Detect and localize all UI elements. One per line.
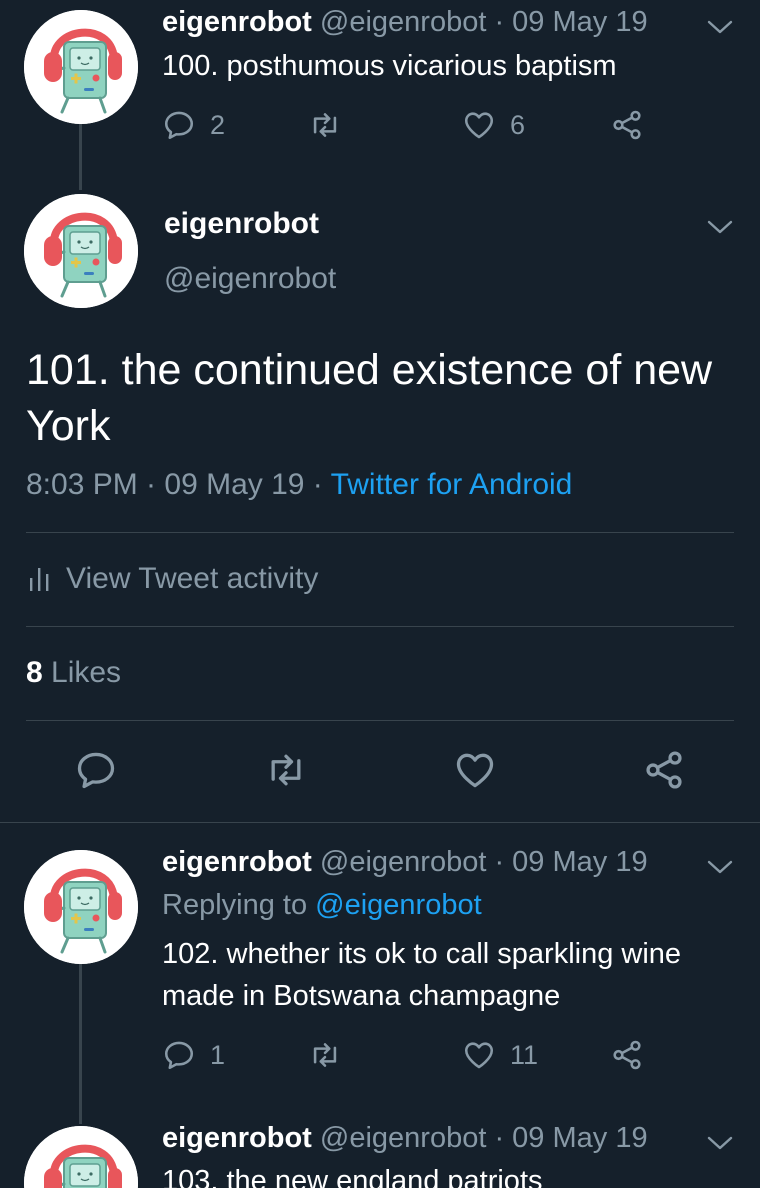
main-tweet-text: 101. the continued existence of new York [26,346,713,450]
tweet-thread: eigenrobot @eigenrobot · 09 May 19 100. … [0,0,760,1188]
share-button[interactable] [642,748,686,797]
reply-button[interactable]: 1 [162,1038,225,1072]
avatar[interactable] [24,194,138,308]
share-icon [610,1038,644,1072]
reply-icon [74,748,118,792]
chevron-down-icon[interactable] [706,1134,734,1152]
divider [0,822,760,823]
replying-to: Replying to @eigenrobot [162,889,482,922]
user-name[interactable]: eigenrobot [162,846,312,878]
activity-label: View Tweet activity [66,562,319,595]
tweet-actions: 1 11 [162,1038,722,1078]
handle-date: @eigenrobot · 09 May 19 [319,846,648,878]
reply-button[interactable] [74,748,118,797]
like-icon [453,748,497,792]
share-button[interactable] [610,108,644,142]
main-tweet-actions [0,748,760,798]
avatar-image [24,194,138,308]
tweet-header: eigenrobot @eigenrobot · 09 May 19 [162,1121,648,1155]
like-count: 11 [510,1039,539,1070]
retweet-icon [308,108,342,142]
likes-count: 8 [26,656,43,689]
like-count: 6 [510,109,526,140]
like-button[interactable]: 11 [462,1038,538,1072]
reply-button[interactable]: 2 [162,108,225,142]
like-button[interactable] [453,748,497,797]
chevron-down-icon[interactable] [706,18,734,36]
tweet-source-link[interactable]: Twitter for Android [331,468,573,501]
handle-date: @eigenrobot · 09 May 19 [319,1122,648,1154]
user-name[interactable]: eigenrobot [162,6,312,38]
likes-count-link[interactable]: 8 Likes [26,656,121,690]
reply-count: 2 [210,109,226,140]
avatar-image [24,10,138,124]
main-user-handle[interactable]: @eigenrobot [164,262,336,296]
divider [26,720,734,721]
chevron-down-icon[interactable] [706,218,734,236]
likes-label: Likes [42,656,122,689]
divider [26,532,734,533]
like-button[interactable]: 6 [462,108,525,142]
tweet-timestamp: 8:03 PM · 09 May 19 · Twitter for Androi… [26,468,572,502]
avatar[interactable] [24,1126,138,1188]
retweet-button[interactable] [308,1038,342,1072]
like-icon [462,108,496,142]
retweet-icon [308,1038,342,1072]
tweet-header: eigenrobot @eigenrobot · 09 May 19 [162,845,648,879]
retweet-icon [264,748,308,792]
replying-label: Replying to [162,889,316,921]
retweet-button[interactable] [264,748,308,797]
tweet-text: 102. whether its ok to call sparkling wi… [162,938,682,1012]
reply-count: 1 [210,1039,226,1070]
avatar[interactable] [24,10,138,124]
tweet-actions: 2 6 [162,108,722,148]
reply-icon [162,108,196,142]
thread-line [79,964,82,1124]
user-name[interactable]: eigenrobot [162,1122,312,1154]
avatar-image [24,850,138,964]
chevron-down-icon[interactable] [706,858,734,876]
tweet-text: 103. the new england patriots [162,1165,543,1188]
replying-handle-link[interactable]: @eigenrobot [315,889,482,921]
retweet-button[interactable] [308,108,342,142]
tweet-time: 8:03 PM · 09 May 19 · [26,468,331,501]
share-icon [610,108,644,142]
main-user-name[interactable]: eigenrobot [164,207,319,241]
share-button[interactable] [610,1038,644,1072]
handle-date: @eigenrobot · 09 May 19 [319,6,648,38]
tweet-header: eigenrobot @eigenrobot · 09 May 19 [162,5,648,39]
analytics-icon [30,568,49,591]
like-icon [462,1038,496,1072]
avatar-image [24,1126,138,1188]
divider [26,626,734,627]
view-tweet-activity-button[interactable]: View Tweet activity [28,562,318,596]
thread-line [79,124,82,190]
reply-icon [162,1038,196,1072]
tweet-text: 100. posthumous vicarious baptism [162,50,617,82]
avatar[interactable] [24,850,138,964]
share-icon [642,748,686,792]
